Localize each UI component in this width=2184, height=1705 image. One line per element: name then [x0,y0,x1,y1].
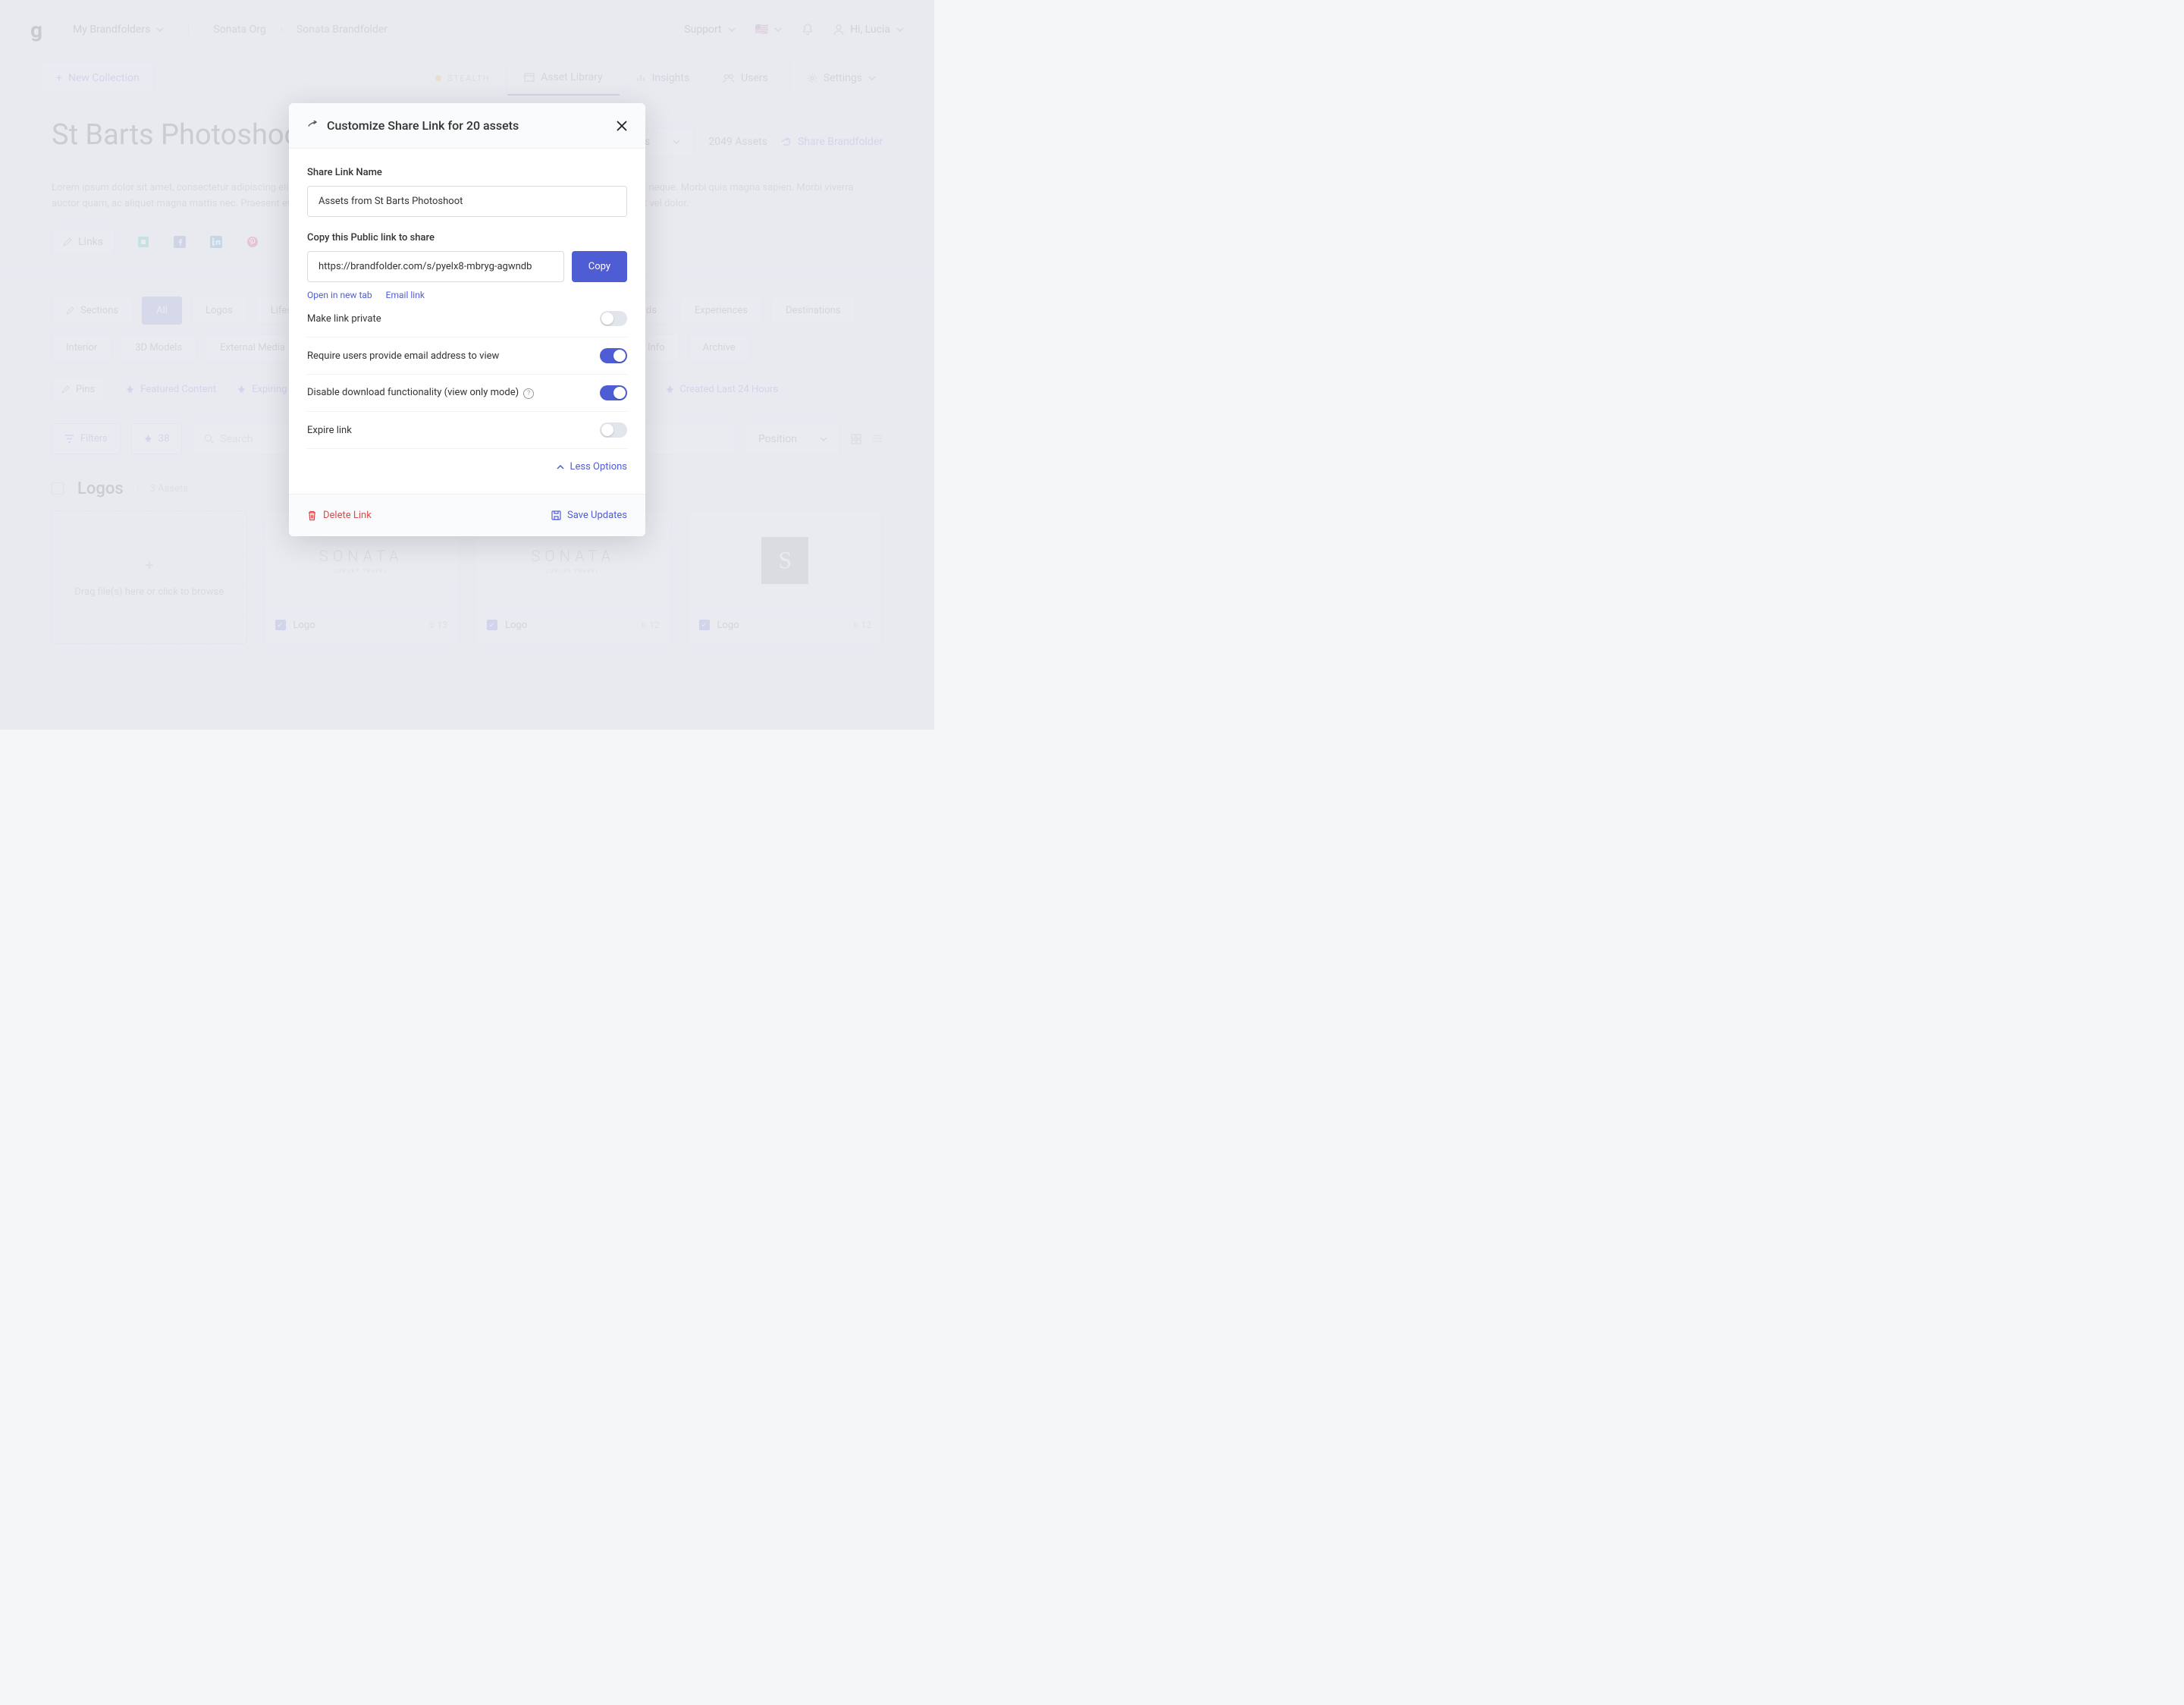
less-options-button[interactable]: Less Options [307,449,627,476]
toggle-private[interactable] [600,311,627,326]
toggle-disable-download[interactable] [600,385,627,400]
modal-body: Share Link Name Copy this Public link to… [289,149,645,494]
share-url-input[interactable] [307,251,564,282]
share-link-modal: Customize Share Link for 20 assets Share… [289,103,645,536]
copy-button[interactable]: Copy [572,251,627,282]
email-link-link[interactable]: Email link [386,290,425,300]
chevron-up-icon [557,465,564,469]
close-icon [617,121,627,131]
option-private: Make link private [307,300,627,338]
option-require-email: Require users provide email address to v… [307,338,627,375]
share-icon [307,121,319,131]
help-icon[interactable]: ? [523,388,534,399]
name-label: Share Link Name [307,167,627,178]
save-label: Save Updates [567,510,627,521]
link-actions: Open in new tab Email link [307,290,627,300]
modal-header: Customize Share Link for 20 assets [289,103,645,149]
option-expire: Expire link [307,412,627,449]
delete-label: Delete Link [323,510,372,521]
option-disable-download: Disable download functionality (view onl… [307,375,627,412]
close-button[interactable] [617,121,627,131]
toggle-expire[interactable] [600,422,627,438]
modal-footer: Delete Link Save Updates [289,494,645,536]
copy-label: Copy this Public link to share [307,232,627,243]
modal-title: Customize Share Link for 20 assets [327,118,519,133]
open-new-tab-link[interactable]: Open in new tab [307,290,372,300]
option-label: Require users provide email address to v… [307,350,499,362]
save-icon [551,510,561,520]
option-label: Expire link [307,425,352,436]
option-label: Disable download functionality (view onl… [307,387,534,399]
option-label: Make link private [307,313,381,325]
share-name-input[interactable] [307,186,627,217]
toggle-require-email[interactable] [600,348,627,363]
less-options-label: Less Options [570,461,628,473]
delete-link-button[interactable]: Delete Link [307,510,372,521]
save-updates-button[interactable]: Save Updates [551,510,627,521]
trash-icon [307,510,317,521]
modal-overlay[interactable]: Customize Share Link for 20 assets Share… [0,0,934,730]
